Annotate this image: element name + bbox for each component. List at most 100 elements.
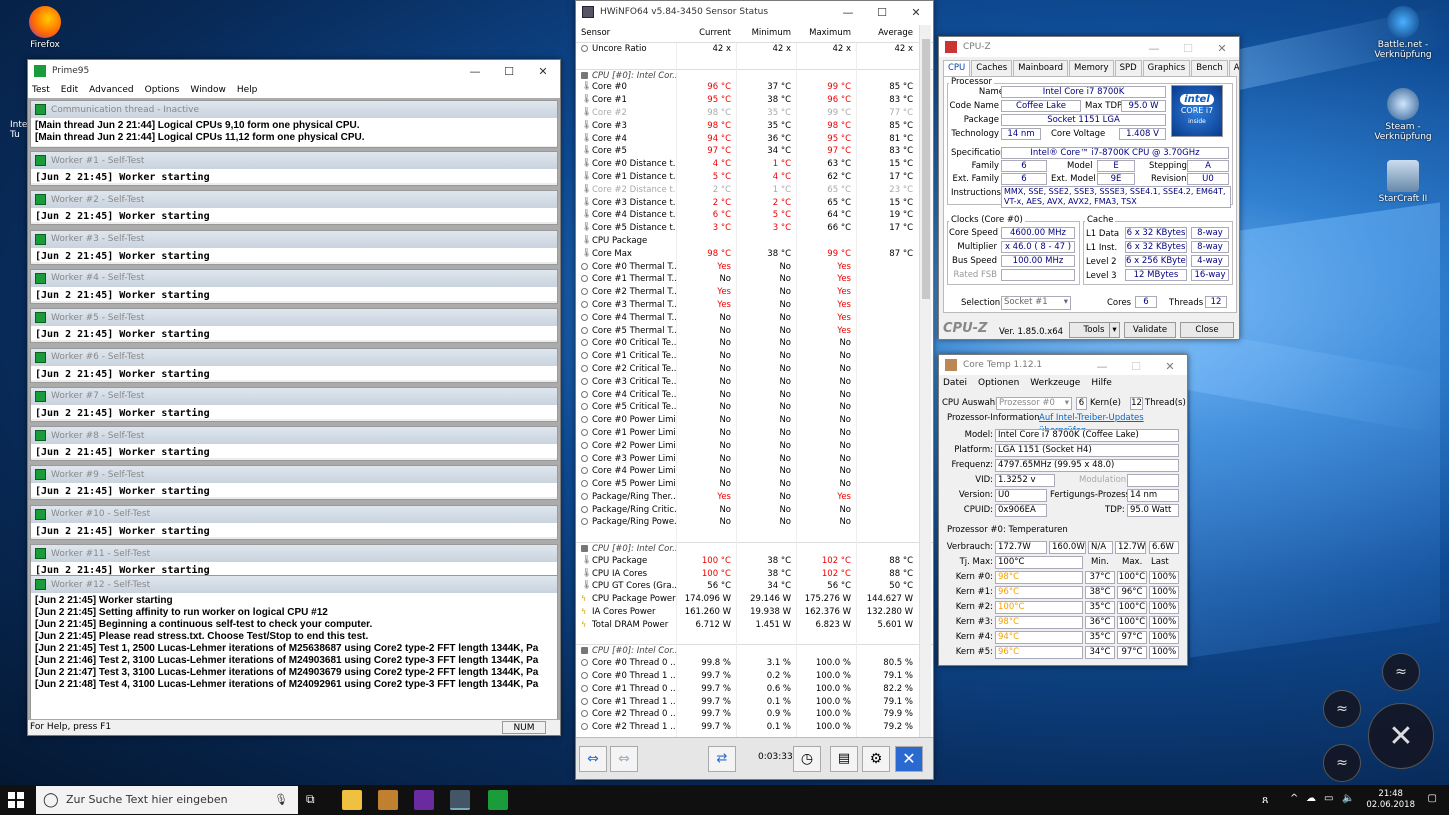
sensor-row[interactable]: Core #0 Thread 0 ... 99.8 % 3.1 % 100.0 % 80…: [576, 657, 933, 670]
scrollbar-thumb[interactable]: [922, 39, 930, 299]
sensor-row[interactable]: Core #2 Power Limi... No No No: [576, 440, 933, 453]
sensor-row[interactable]: 🌡Core #2 98 °C 35 °C 99 °C 77 °C: [576, 107, 933, 120]
tab-caches[interactable]: Caches: [971, 60, 1013, 76]
sensor-row[interactable]: 🌡Core #3 Distance t... 2 °C 2 °C 65 °C 15 °C: [576, 197, 933, 210]
maximize-button[interactable]: ☐: [865, 1, 899, 23]
tab-about[interactable]: About: [1228, 60, 1239, 76]
taskbar-clock[interactable]: 21:48 02.06.2018: [1366, 789, 1415, 811]
desktop-icon-firefox[interactable]: Firefox: [5, 6, 85, 50]
sensor-row[interactable]: Core #0 Power Limi... No No No: [576, 414, 933, 427]
sensor-row[interactable]: Core #3 Thermal T... Yes No Yes: [576, 299, 933, 312]
minimize-button[interactable]: —: [831, 1, 865, 23]
col-header-current[interactable]: Current: [699, 23, 731, 43]
menu-test[interactable]: Test: [32, 85, 50, 95]
cpu-select[interactable]: Prozessor #0 ▾: [996, 397, 1072, 410]
sensor-row[interactable]: 🌡Core #4 94 °C 36 °C 95 °C 81 °C: [576, 133, 933, 146]
menu-window[interactable]: Window: [190, 85, 226, 95]
hwinfo-taskbar-icon[interactable]: [450, 790, 470, 810]
prime95-taskbar-icon[interactable]: [488, 790, 508, 810]
worker-pane[interactable]: Worker #6 - Self-Test [Jun 2 21:45] Worke…: [30, 347, 558, 383]
taskbar-app-icon[interactable]: [378, 790, 398, 810]
microphone-icon[interactable]: 🎙: [274, 786, 288, 814]
desktop-icon-battlenet[interactable]: Battle.net - Verknüpfung: [1363, 6, 1443, 60]
onedrive-cloud-icon[interactable]: ☁: [1306, 793, 1316, 804]
sensor-row[interactable]: Core #0 Critical Te... No No No: [576, 337, 933, 350]
sensor-group-header[interactable]: CPU [#0]: Intel Cor...: [576, 68, 933, 82]
sensor-row[interactable]: 🌡Core #2 Distance t... 2 °C 1 °C 65 °C 23 °C: [576, 184, 933, 197]
worker-12-pane[interactable]: Worker #12 - Self-Test [Jun 2 21:45] Wor…: [30, 575, 558, 722]
sensor-row[interactable]: 🌡Core #0 96 °C 37 °C 99 °C 85 °C: [576, 81, 933, 94]
sensor-row[interactable]: Core #1 Thread 0 ... 99.7 % 0.6 % 100.0 % 82…: [576, 683, 933, 696]
tab-spd[interactable]: SPD: [1114, 60, 1142, 76]
worker-pane[interactable]: Worker #5 - Self-Test [Jun 2 21:45] Worke…: [30, 308, 558, 344]
socket-select[interactable]: Socket #1 ▾: [1001, 296, 1071, 310]
fan-widget-button[interactable]: ≈: [1382, 653, 1420, 691]
worker-pane[interactable]: Worker #9 - Self-Test [Jun 2 21:45] Worke…: [30, 465, 558, 501]
sensor-row[interactable]: 🌡Core #5 Distance t... 3 °C 3 °C 66 °C 17 °C: [576, 222, 933, 235]
sensor-row[interactable]: Core #1 Thermal T... No No Yes: [576, 273, 933, 286]
fan-widget-button[interactable]: ≈: [1323, 744, 1361, 782]
coretemp-titlebar[interactable]: Core Temp 1.12.1 — ☐ ✕: [939, 355, 1187, 375]
taskbar-search-input[interactable]: ◯ Zur Suche Text hier eingeben 🎙: [36, 786, 298, 814]
menu-werkzeuge[interactable]: Werkzeuge: [1030, 378, 1080, 388]
sensor-row[interactable]: Core #3 Power Limi... No No No: [576, 453, 933, 466]
sensor-row[interactable]: Core #5 Thermal T... No No Yes: [576, 325, 933, 338]
sensor-row[interactable]: 🌡Core #5 97 °C 34 °C 97 °C 83 °C: [576, 145, 933, 158]
sensor-row[interactable]: Core #1 Power Limi... No No No: [576, 427, 933, 440]
sensor-row[interactable]: Core #0 Thread 1 ... 99.7 % 0.2 % 100.0 % 79…: [576, 670, 933, 683]
cpuz-titlebar[interactable]: CPU-Z — ☐ ✕: [939, 37, 1239, 57]
menu-advanced[interactable]: Advanced: [89, 85, 133, 95]
sensor-group-header[interactable]: CPU [#0]: Intel Cor...: [576, 542, 933, 555]
sensor-row[interactable]: Core #2 Critical Te... No No No: [576, 363, 933, 376]
sensor-row[interactable]: Core #5 Critical Te... No No No: [576, 401, 933, 414]
sensor-row[interactable]: Core #2 Thread 0 ... 99.7 % 0.9 % 100.0 % 79…: [576, 708, 933, 721]
fan-widget-button[interactable]: ≈: [1323, 690, 1361, 728]
network-icon[interactable]: ⇄: [708, 746, 736, 772]
sensor-row[interactable]: Core #4 Thermal T... No No Yes: [576, 312, 933, 325]
driver-update-link[interactable]: Auf Intel-Treiber-Updates überprüfen: [1039, 412, 1187, 436]
worker-pane[interactable]: Worker #4 - Self-Test [Jun 2 21:45] Worke…: [30, 268, 558, 304]
sensor-row[interactable]: 🌡Core Max 98 °C 38 °C 99 °C 87 °C: [576, 248, 933, 261]
worker-pane[interactable]: Worker #8 - Self-Test [Jun 2 21:45] Worke…: [30, 426, 558, 462]
sensor-row[interactable]: 🌡Core #4 Distance t... 6 °C 5 °C 64 °C 19 °C: [576, 209, 933, 222]
worker-pane[interactable]: Worker #11 - Self-Test [Jun 2 21:45] Work…: [30, 544, 558, 579]
fan-widget-dial-icon[interactable]: ✕: [1368, 703, 1434, 769]
tab-graphics[interactable]: Graphics: [1142, 60, 1191, 76]
maximize-button[interactable]: ☐: [1119, 355, 1153, 377]
tab-mainboard[interactable]: Mainboard: [1013, 60, 1069, 76]
sensor-scrollbar[interactable]: [919, 25, 931, 737]
sensor-row[interactable]: 🌡Core #0 Distance t... 4 °C 1 °C 63 °C 15 °C: [576, 158, 933, 171]
menu-hilfe[interactable]: Hilfe: [1091, 378, 1111, 388]
report-icon[interactable]: ▤: [830, 746, 858, 772]
hwinfo-titlebar[interactable]: HWiNFO64 v5.84-3450 Sensor Status — ☐ ✕: [576, 1, 933, 23]
user-icon[interactable]: ጸ: [1262, 793, 1268, 807]
maximize-button[interactable]: ☐: [1171, 37, 1205, 59]
desktop-icon-starcraft[interactable]: StarCraft II: [1363, 160, 1443, 204]
sensor-row[interactable]: Core #1 Critical Te... No No No: [576, 350, 933, 363]
sensor-group-header[interactable]: CPU [#0]: Intel Cor...: [576, 644, 933, 658]
sensor-row[interactable]: Core #1 Thread 1 ... 99.7 % 0.1 % 100.0 % 79…: [576, 696, 933, 709]
task-view-icon[interactable]: ⧉: [306, 792, 315, 807]
close-button[interactable]: ✕: [1205, 37, 1239, 59]
minimize-button[interactable]: —: [458, 60, 492, 82]
minimize-button[interactable]: —: [1085, 355, 1119, 377]
maximize-button[interactable]: ☐: [492, 60, 526, 82]
clock-icon[interactable]: ◷: [793, 746, 821, 772]
taskbar-app-icon[interactable]: [414, 790, 434, 810]
network-icon[interactable]: ▭: [1324, 793, 1333, 804]
menu-options[interactable]: Options: [145, 85, 180, 95]
comm-thread-pane[interactable]: Communication thread - Inactive [Main th…: [30, 100, 558, 148]
col-header-sensor[interactable]: Sensor: [581, 23, 677, 43]
worker-pane[interactable]: Worker #7 - Self-Test [Jun 2 21:45] Worke…: [30, 386, 558, 422]
col-header-minimum[interactable]: Minimum: [752, 23, 791, 43]
chevron-up-icon[interactable]: ^: [1290, 793, 1298, 804]
menu-datei[interactable]: Datei: [943, 378, 967, 388]
menu-help[interactable]: Help: [237, 85, 258, 95]
sensor-row[interactable]: Core #4 Critical Te... No No No: [576, 389, 933, 402]
close-sensors-icon[interactable]: ✕: [895, 746, 923, 772]
sensor-row[interactable]: 🌡CPU GT Cores (Gra... 56 °C 34 °C 56 °C 50 °…: [576, 580, 933, 593]
minimize-button[interactable]: —: [1137, 37, 1171, 59]
sensor-row[interactable]: Core #4 Power Limi... No No No: [576, 465, 933, 478]
close-button[interactable]: ✕: [1153, 355, 1187, 377]
sensor-row[interactable]: 🌡CPU IA Cores 100 °C 38 °C 102 °C 88 °C: [576, 568, 933, 581]
